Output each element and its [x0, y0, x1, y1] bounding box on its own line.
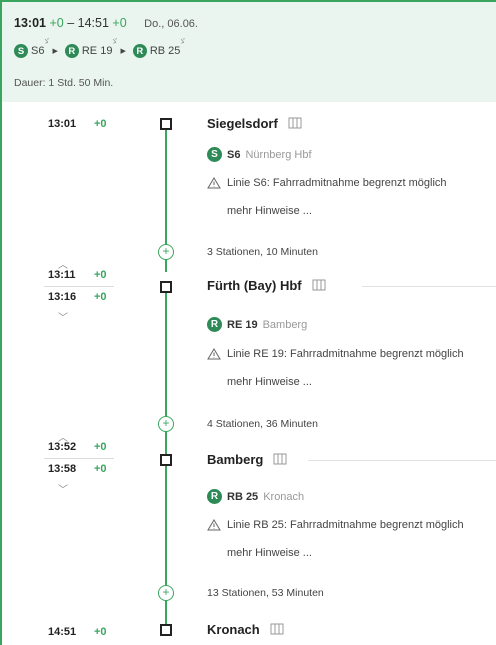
divider: [44, 458, 114, 459]
arrival-time: 14:51: [77, 16, 109, 30]
departure-time: 13:01: [48, 118, 77, 130]
divider: [44, 286, 114, 287]
segment-summary[interactable]: 3 Stationen, 10 Minuten: [207, 246, 318, 258]
train-destination: Bamberg: [262, 318, 308, 331]
expand-stations-icon[interactable]: +: [158, 244, 174, 260]
segment-summary[interactable]: 13 Stationen, 53 Minuten: [207, 587, 324, 599]
departure-time: 13:58: [48, 463, 77, 475]
map-icon: [312, 279, 326, 291]
arrival-time: 13:52: [48, 441, 77, 453]
train-info[interactable]: R RE 19 Bamberg: [207, 317, 307, 332]
warning-icon: [207, 177, 221, 189]
departure-time: 13:16: [48, 291, 77, 303]
train-destination: Nürnberg Hbf: [245, 148, 312, 161]
warning-icon: [207, 519, 221, 531]
notice: Linie RE 19: Fahrradmitnahme begrenzt mö…: [207, 348, 464, 360]
more-notices-link[interactable]: mehr Hinweise ...: [227, 376, 312, 388]
segment-summary[interactable]: 4 Stationen, 36 Minuten: [207, 418, 318, 430]
bike-icon: ゞ: [178, 37, 187, 46]
bike-icon: ゞ: [42, 37, 51, 46]
line-name: RE 19 ゞ: [81, 37, 119, 57]
arrival-delay: +0: [94, 269, 107, 281]
arrival-delay: +0: [94, 626, 107, 638]
journey-header[interactable]: 13:01 +0 – 14:51 +0 Do., 06.06. S S6 ゞ ▶ …: [2, 2, 496, 102]
sbahn-badge-icon: S: [207, 147, 222, 162]
stop-name[interactable]: Bamberg: [207, 452, 287, 467]
map-icon: [273, 453, 287, 465]
train-info[interactable]: S S6 Nürnberg Hbf: [207, 147, 312, 162]
departure-delay: +0: [94, 291, 107, 303]
stop-marker-icon: [160, 118, 172, 130]
train-line: S6: [227, 148, 241, 161]
chevron-down-icon[interactable]: ﹀: [58, 481, 68, 496]
train-info[interactable]: R RB 25 Kronach: [207, 489, 304, 504]
notice: Linie RB 25: Fahrradmitnahme begrenzt mö…: [207, 519, 464, 531]
regional-badge-icon: R: [207, 317, 222, 332]
arrow-right-icon: ▶: [52, 48, 58, 55]
more-notices-link[interactable]: mehr Hinweise ...: [227, 205, 312, 217]
notice: Linie S6: Fahrradmitnahme begrenzt mögli…: [207, 177, 447, 189]
regional-badge-icon: R: [132, 44, 147, 58]
divider: [308, 460, 496, 461]
map-icon: [270, 623, 284, 635]
arrow-right-icon: ▶: [120, 48, 126, 55]
arrival-delay: +0: [94, 441, 107, 453]
sbahn-badge-icon: S: [14, 44, 28, 58]
train-destination: Kronach: [263, 490, 305, 503]
journey-date: Do., 06.06.: [144, 18, 198, 30]
line-name: S6 ゞ: [31, 37, 51, 57]
map-icon: [288, 117, 302, 129]
regional-badge-icon: R: [64, 44, 79, 58]
train-line: RE 19: [227, 318, 258, 331]
expand-stations-icon[interactable]: +: [158, 585, 174, 601]
chevron-down-icon[interactable]: ﹀: [58, 309, 68, 324]
bike-icon: ゞ: [110, 37, 119, 46]
stop-name[interactable]: Siegelsdorf: [207, 116, 302, 131]
warning-icon: [207, 348, 221, 360]
divider: [362, 286, 496, 287]
arrival-delay: +0: [112, 16, 127, 30]
arrival-time: 13:11: [48, 269, 76, 281]
expand-stations-icon[interactable]: +: [158, 416, 174, 432]
line-summary: S S6 ゞ ▶ R RE 19 ゞ ▶ R RB 25 ゞ: [14, 37, 187, 58]
train-line: RB 25: [227, 490, 259, 503]
regional-badge-icon: R: [207, 489, 222, 504]
departure-delay: +0: [94, 463, 107, 475]
stop-name[interactable]: Fürth (Bay) Hbf: [207, 278, 326, 293]
line-name: RB 25 ゞ: [149, 37, 187, 57]
route-line: [165, 466, 167, 628]
more-notices-link[interactable]: mehr Hinweise ...: [227, 547, 312, 559]
stop-marker-icon: [160, 281, 172, 293]
stop-marker-icon: [160, 624, 172, 636]
stop-name[interactable]: Kronach: [207, 622, 284, 637]
stop-marker-icon: [160, 454, 172, 466]
departure-time: 13:01: [14, 16, 46, 30]
departure-delay: +0: [49, 16, 64, 30]
arrival-time: 14:51: [48, 626, 77, 638]
journey-duration: Dauer: 1 Std. 50 Min.: [14, 77, 114, 89]
journey-times: 13:01 +0 – 14:51 +0 Do., 06.06.: [14, 16, 198, 30]
departure-delay: +0: [94, 118, 107, 130]
time-separator: –: [67, 16, 75, 30]
